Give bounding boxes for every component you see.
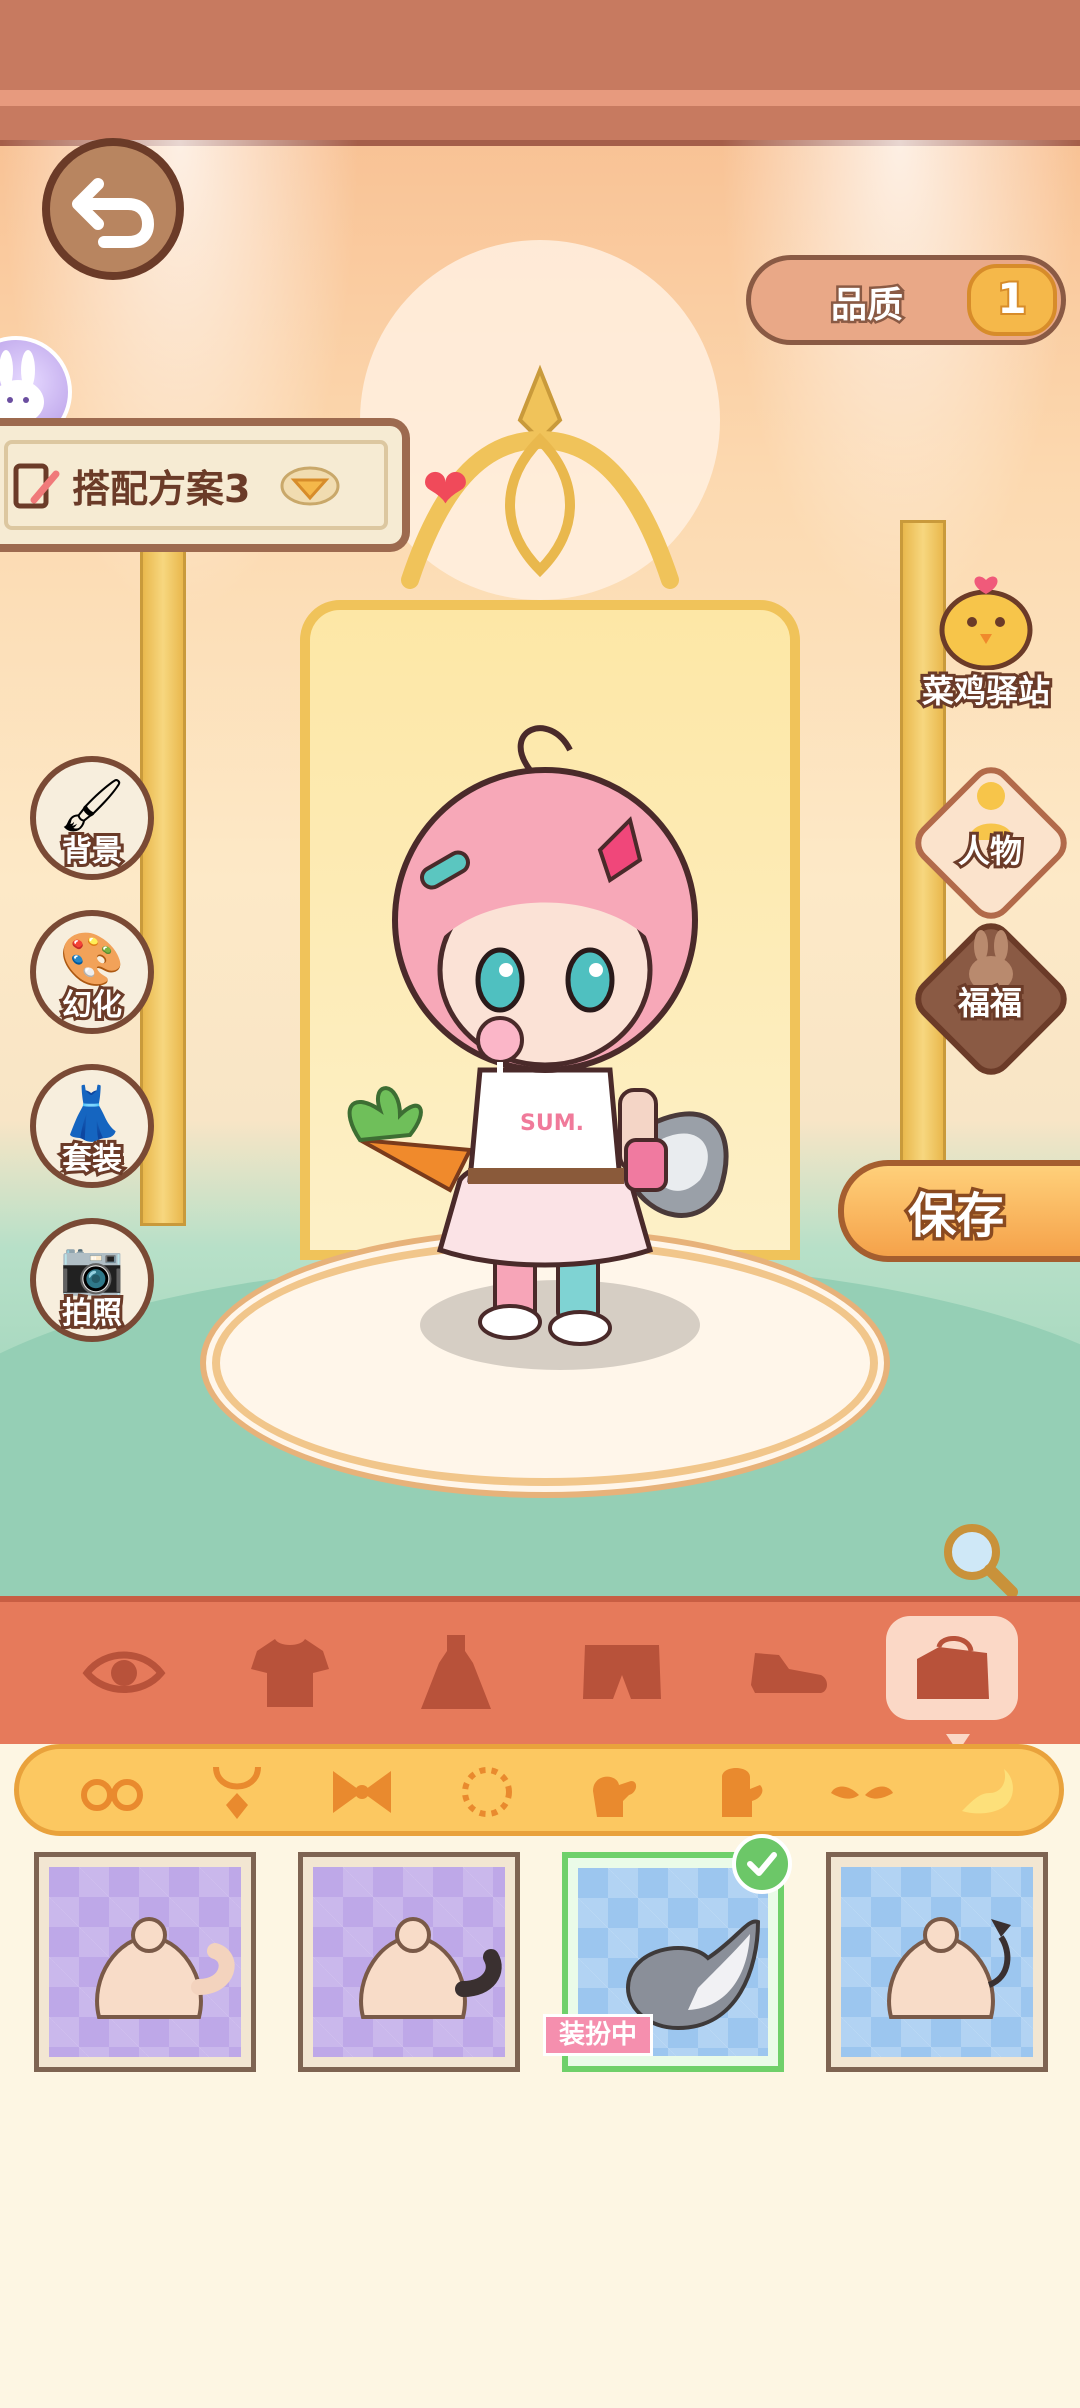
station-label: 菜鸡驿站 [919, 669, 1053, 713]
item-card-black-tail[interactable] [298, 1852, 520, 2072]
photo-button[interactable]: 📷 拍照 [30, 1218, 154, 1342]
shoe-icon [751, 1653, 827, 1693]
quality-selector[interactable]: 品质 1 [746, 255, 1066, 345]
equipped-tag: 装扮中 [543, 2014, 653, 2056]
quality-badge: 1 [967, 264, 1057, 336]
check-icon [732, 1834, 792, 1894]
category-accessories[interactable] [886, 1616, 1018, 1720]
person-label: 人物 [955, 829, 1025, 873]
subcategory-gloves[interactable] [577, 1761, 647, 1823]
quality-label: 品质 [828, 283, 905, 329]
background-label: 背景 [59, 831, 125, 872]
eye-icon [82, 1651, 166, 1693]
shirt-icon [251, 1639, 329, 1707]
fufu-label: 福福 [955, 981, 1025, 1025]
item-swatch [313, 1867, 505, 2057]
wings-icon [831, 1786, 893, 1799]
outfit-scheme-panel[interactable]: 搭配方案3 [0, 418, 410, 552]
save-button[interactable]: 保存 [838, 1160, 1080, 1262]
item-swatch [841, 1867, 1033, 2057]
subcategory-mittens[interactable] [702, 1761, 772, 1823]
dress-icon [421, 1635, 491, 1709]
back-arrow-icon [72, 178, 155, 248]
tail-icon [962, 1769, 1013, 1814]
bag-icon [917, 1636, 989, 1699]
item-card-devil-tail[interactable] [826, 1852, 1048, 2072]
mitten-icon [722, 1768, 763, 1817]
black-tail-icon [359, 1917, 502, 2019]
zoom-magnifier-icon[interactable] [940, 1520, 1020, 1600]
category-bar [0, 1596, 1080, 1744]
subcategory-bow[interactable] [327, 1761, 397, 1823]
category-dresses[interactable] [408, 1624, 504, 1720]
ceiling-beam [0, 0, 1080, 146]
background-button[interactable]: 🖌 背景 [30, 756, 154, 880]
subcategory-bar [14, 1744, 1064, 1836]
subcategory-glasses[interactable] [77, 1761, 147, 1823]
bracelet-icon [462, 1767, 512, 1817]
outfit-set-label: 套装 [59, 1139, 125, 1180]
character-avatar[interactable]: SUM. [330, 710, 750, 1350]
glove-icon [593, 1776, 637, 1817]
category-tops[interactable] [242, 1624, 338, 1720]
cat-tail-icon [95, 1917, 235, 2019]
photo-label: 拍照 [59, 1293, 125, 1334]
subcategory-bracelet[interactable] [452, 1761, 522, 1823]
transform-button[interactable]: 🎨 幻化 [30, 910, 154, 1034]
ceiling-trim [0, 90, 1080, 106]
devil-tail-icon [887, 1917, 1011, 2019]
shorts-icon [583, 1645, 661, 1699]
subcategory-tails[interactable] [952, 1761, 1022, 1823]
outfit-set-button[interactable]: 👗 套装 [30, 1064, 154, 1188]
save-label: 保存 [904, 1185, 1007, 1248]
fufu-tab[interactable]: 福福 [906, 914, 1076, 1084]
transform-label: 幻化 [59, 985, 125, 1026]
item-card-cat-tail[interactable] [34, 1852, 256, 2072]
person-tab[interactable]: 人物 [906, 758, 1076, 928]
station-button[interactable]: 菜鸡驿站 [916, 570, 1058, 718]
subcategory-wings[interactable] [827, 1761, 897, 1823]
necklace-icon [213, 1766, 261, 1819]
glasses-icon [81, 1779, 143, 1811]
back-button[interactable] [42, 138, 184, 280]
scheme-name: 搭配方案3 [72, 467, 251, 511]
category-bottoms[interactable] [574, 1624, 670, 1720]
category-eyes[interactable] [76, 1624, 172, 1720]
chick-house-icon [939, 576, 1033, 670]
subcategory-necklace[interactable] [202, 1761, 272, 1823]
favorite-heart-icon[interactable]: ❤ [422, 462, 469, 518]
dropdown-icon[interactable] [280, 466, 340, 506]
bow-icon [333, 1771, 391, 1813]
item-swatch [49, 1867, 241, 2057]
edit-icon[interactable] [12, 460, 64, 512]
svg-text:SUM.: SUM. [520, 1111, 584, 1136]
category-shoes[interactable] [740, 1624, 836, 1720]
